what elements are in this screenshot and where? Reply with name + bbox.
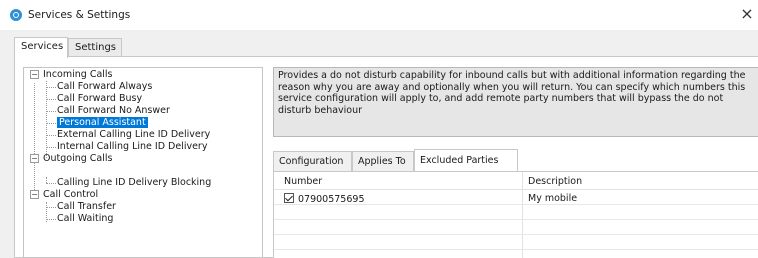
table-row-empty[interactable] bbox=[274, 221, 758, 235]
tab-applies-to[interactable]: Applies To bbox=[352, 151, 414, 171]
table-row[interactable]: 07900575695 My mobile bbox=[274, 191, 758, 205]
tree-item-call-forward-no-answer[interactable]: Call Forward No Answer bbox=[57, 105, 170, 117]
tree-group-call-control[interactable]: Call Control bbox=[43, 189, 98, 201]
tree-connector bbox=[46, 87, 56, 88]
collapse-icon[interactable]: − bbox=[30, 154, 39, 163]
tree-item-call-waiting[interactable]: Call Waiting bbox=[57, 213, 113, 225]
close-icon[interactable]: × bbox=[739, 4, 755, 24]
service-description: Provides a do not disturb capability for… bbox=[273, 67, 758, 137]
tree-connector bbox=[46, 135, 56, 136]
tree-item-internal-calling-line-id-delivery[interactable]: Internal Calling Line ID Delivery bbox=[57, 141, 207, 153]
dialog-body: Services Settings − Incoming Calls Call … bbox=[0, 30, 758, 258]
tab-configuration[interactable]: Configuration bbox=[273, 151, 352, 171]
tab-services[interactable]: Services bbox=[14, 37, 68, 58]
table-row-empty[interactable] bbox=[274, 206, 758, 220]
tree-item-personal-assistant[interactable]: Personal Assistant bbox=[57, 117, 148, 129]
tree-item-call-forward-busy[interactable]: Call Forward Busy bbox=[57, 93, 142, 105]
table-row-empty[interactable] bbox=[274, 236, 758, 250]
tree-connector bbox=[46, 123, 56, 124]
tree-connector bbox=[46, 183, 56, 184]
grid-header: Number Description bbox=[274, 172, 758, 190]
column-header-description[interactable]: Description bbox=[528, 176, 582, 187]
tree-connector bbox=[46, 147, 56, 148]
tree-connector bbox=[46, 207, 56, 208]
description-cell: My mobile bbox=[528, 193, 578, 204]
tree-item-call-transfer[interactable]: Call Transfer bbox=[57, 201, 116, 213]
title-bar: Services & Settings × bbox=[0, 0, 758, 30]
tree-connector bbox=[46, 111, 56, 112]
tree-connector bbox=[46, 99, 56, 100]
number-value: 07900575695 bbox=[298, 194, 365, 205]
collapse-icon[interactable]: − bbox=[30, 190, 39, 199]
tree-group-outgoing-calls[interactable]: Outgoing Calls bbox=[43, 153, 112, 165]
tab-settings[interactable]: Settings bbox=[68, 38, 122, 57]
tree-item-external-calling-line-id-delivery[interactable]: External Calling Line ID Delivery bbox=[57, 129, 210, 141]
collapse-icon[interactable]: − bbox=[30, 70, 39, 79]
tree-item-calling-line-id-delivery-blocking[interactable]: Calling Line ID Delivery Blocking bbox=[57, 177, 211, 189]
app-icon bbox=[10, 9, 22, 21]
number-cell: 07900575695 bbox=[284, 193, 365, 205]
tree-connector bbox=[34, 83, 35, 194]
tree-item-call-forward-always[interactable]: Call Forward Always bbox=[57, 81, 152, 93]
checkbox-checked-icon[interactable] bbox=[284, 193, 294, 203]
column-header-number[interactable]: Number bbox=[284, 176, 322, 187]
tree-connector bbox=[46, 219, 56, 220]
window-title: Services & Settings bbox=[28, 9, 131, 21]
tab-excluded-parties[interactable]: Excluded Parties bbox=[414, 149, 518, 171]
excluded-parties-grid: Number Description 07900575695 My mobile bbox=[273, 171, 758, 258]
tree-group-incoming-calls[interactable]: Incoming Calls bbox=[43, 69, 113, 81]
services-tree[interactable]: − Incoming Calls Call Forward Always Cal… bbox=[23, 67, 263, 257]
services-panel: − Incoming Calls Call Forward Always Cal… bbox=[14, 56, 758, 258]
